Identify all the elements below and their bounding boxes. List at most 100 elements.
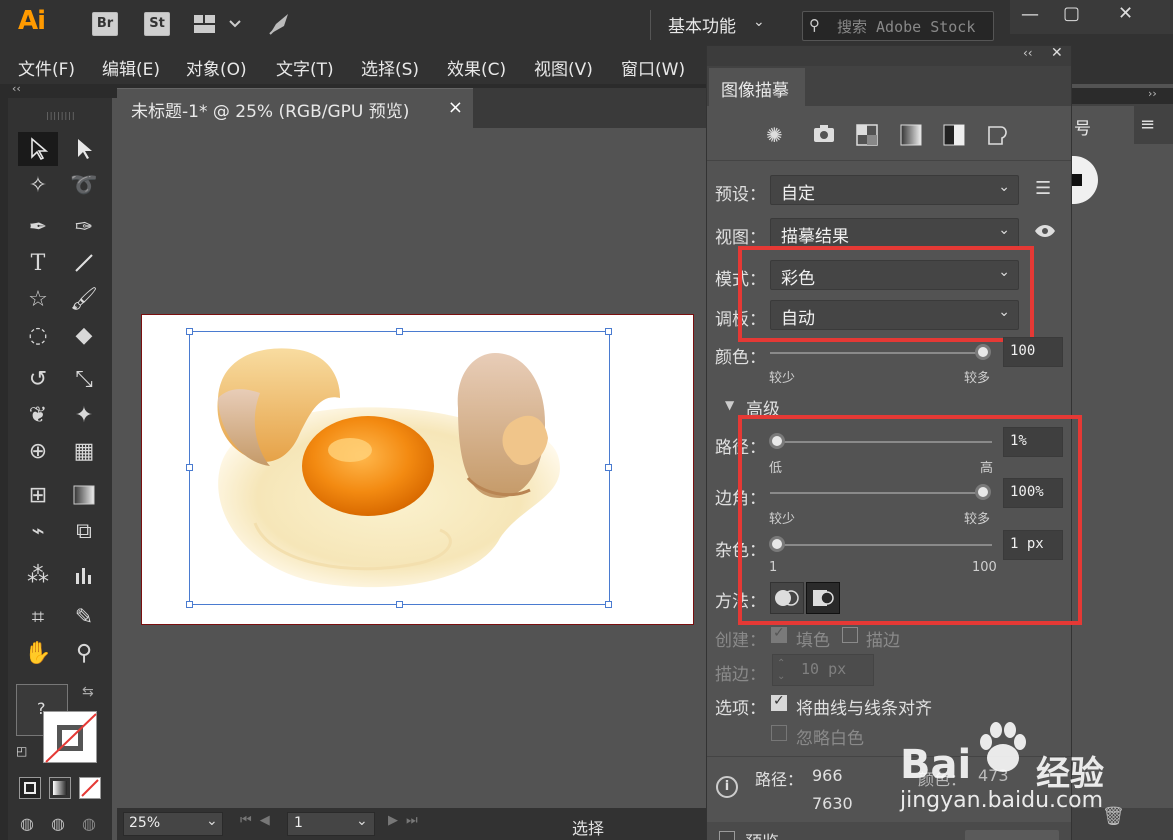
- collapse-panel-icon[interactable]: ‹‹: [1023, 46, 1033, 60]
- resize-handle[interactable]: [605, 464, 612, 471]
- artboard-nav-next-icons[interactable]: ▶⏭: [388, 813, 426, 828]
- resize-handle[interactable]: [186, 328, 193, 335]
- curvature-tool-icon[interactable]: ✑: [64, 210, 104, 244]
- stepper-arrows-icon[interactable]: ⌃ ⌄: [777, 657, 785, 683]
- line-tool-icon[interactable]: [64, 246, 104, 280]
- default-fill-stroke-icon[interactable]: ◰: [16, 744, 27, 758]
- zoom-select[interactable]: 25% ⌄: [123, 812, 223, 836]
- delete-icon[interactable]: 🗑: [1102, 806, 1125, 827]
- maximize-button[interactable]: ▢: [1063, 3, 1080, 24]
- symbol-sprayer-tool-icon[interactable]: ⁂: [18, 558, 58, 592]
- colors-value-input[interactable]: 100: [1003, 337, 1063, 367]
- draw-inside-icon[interactable]: ◍: [82, 814, 96, 833]
- auto-color-icon[interactable]: ✺: [766, 123, 783, 147]
- menu-select[interactable]: 选择(S): [361, 55, 419, 80]
- artboard-nav-prev-icons[interactable]: ⏮◀: [240, 813, 278, 828]
- trace-button[interactable]: [965, 830, 1059, 840]
- close-panel-icon[interactable]: ✕: [1051, 45, 1063, 61]
- resize-handle[interactable]: [396, 601, 403, 608]
- selection-bounding-box[interactable]: [186, 328, 612, 608]
- stock-icon[interactable]: St: [144, 12, 170, 36]
- panel-menu-icon[interactable]: ≡: [1140, 114, 1155, 135]
- menu-type[interactable]: 文字(T): [276, 55, 334, 80]
- preview-checkbox[interactable]: [719, 831, 735, 840]
- stock-search-field[interactable]: ⚲ 搜索 Adobe Stock: [802, 11, 994, 41]
- document-tab[interactable]: 未标题-1* @ 25% (RGB/GPU 预览) ×: [117, 88, 473, 128]
- artboard-tool-icon[interactable]: ⌗: [18, 600, 58, 634]
- chevron-down-icon[interactable]: ⌄: [753, 14, 765, 30]
- resize-handle[interactable]: [396, 328, 403, 335]
- scale-tool-icon[interactable]: ⤡: [64, 362, 104, 396]
- stroke-width-stepper[interactable]: ⌃ ⌄ 10 px: [772, 654, 874, 686]
- preset-menu-icon[interactable]: ☰: [1035, 178, 1051, 199]
- advanced-toggle-icon[interactable]: ▼: [725, 398, 734, 412]
- right-panel-tab[interactable]: 号: [1072, 106, 1134, 144]
- bridge-icon[interactable]: Br: [92, 12, 118, 36]
- view-dropdown[interactable]: 描摹结果 ⌄: [770, 218, 1019, 248]
- resize-handle[interactable]: [605, 328, 612, 335]
- minimize-button[interactable]: —: [1021, 4, 1039, 25]
- artboard-number-select[interactable]: 1 ⌄: [287, 812, 375, 836]
- mesh-tool-icon[interactable]: ⊞: [18, 478, 58, 512]
- high-color-icon[interactable]: [812, 123, 836, 145]
- eraser-tool-icon[interactable]: ◆: [64, 318, 104, 352]
- low-color-icon[interactable]: [856, 124, 878, 146]
- lasso-tool-icon[interactable]: ➰: [64, 168, 104, 202]
- grip-icon[interactable]: ||||||||: [46, 111, 76, 120]
- star-tool-icon[interactable]: ☆: [18, 282, 58, 316]
- draw-behind-icon[interactable]: ◍: [51, 814, 65, 833]
- resize-handle[interactable]: [605, 601, 612, 608]
- magic-wand-tool-icon[interactable]: ✧: [18, 168, 58, 202]
- toolbar-collapse-strip[interactable]: ‹‹: [0, 82, 117, 98]
- arrange-documents-icon[interactable]: [194, 13, 244, 35]
- black-and-white-icon[interactable]: [943, 124, 965, 146]
- swap-fill-stroke-icon[interactable]: ⇆: [82, 684, 94, 700]
- shape-builder-tool-icon[interactable]: ⊕: [18, 434, 58, 468]
- eyedropper-tool-icon[interactable]: ⌁: [18, 514, 58, 548]
- puppet-warp-tool-icon[interactable]: ✦: [64, 398, 104, 432]
- close-button[interactable]: ✕: [1118, 3, 1133, 24]
- preset-dropdown[interactable]: 自定 ⌄: [770, 175, 1019, 205]
- tab-image-trace[interactable]: 图像描摹: [709, 68, 805, 106]
- colors-slider-knob[interactable]: [975, 344, 991, 360]
- menu-edit[interactable]: 编辑(E): [102, 55, 160, 80]
- paintbrush-tool-icon[interactable]: 🖌: [64, 282, 104, 316]
- draw-normal-icon[interactable]: ◍: [20, 814, 34, 833]
- hand-tool-icon[interactable]: ✋: [18, 636, 58, 670]
- selection-tool-icon[interactable]: [18, 132, 58, 166]
- color-mode-button[interactable]: [19, 777, 41, 799]
- resize-handle[interactable]: [186, 601, 193, 608]
- shaper-tool-icon[interactable]: ◌: [18, 318, 58, 352]
- column-graph-tool-icon[interactable]: [64, 558, 104, 592]
- rotate-tool-icon[interactable]: ↺: [18, 362, 58, 396]
- stroke-swatch[interactable]: [43, 711, 97, 763]
- none-mode-button[interactable]: [79, 777, 101, 799]
- menu-object[interactable]: 对象(O): [186, 55, 247, 80]
- collapse-icon[interactable]: ››: [1148, 87, 1157, 100]
- perspective-grid-tool-icon[interactable]: ▦: [64, 434, 104, 468]
- create-fill-checkbox[interactable]: [771, 625, 787, 643]
- eye-icon[interactable]: [1034, 223, 1056, 239]
- snap-curves-checkbox[interactable]: [771, 693, 787, 711]
- search-input[interactable]: 搜索 Adobe Stock: [837, 16, 975, 37]
- menu-effect[interactable]: 效果(C): [447, 55, 506, 80]
- pen-tool-icon[interactable]: ✒: [18, 210, 58, 244]
- menu-window[interactable]: 窗口(W): [621, 55, 685, 80]
- zoom-tool-icon[interactable]: ⚲: [64, 636, 104, 670]
- ignore-white-checkbox[interactable]: [771, 725, 787, 741]
- tab-close-button[interactable]: ×: [448, 97, 463, 118]
- workspace-switcher[interactable]: 基本功能: [668, 12, 736, 37]
- menu-view[interactable]: 视图(V): [534, 55, 593, 80]
- colors-slider-track[interactable]: [770, 352, 988, 354]
- right-collapse-strip[interactable]: ››: [1072, 87, 1173, 104]
- collapse-icon[interactable]: ‹‹: [12, 82, 21, 95]
- gradient-tool-icon[interactable]: [64, 478, 104, 512]
- direct-selection-tool-icon[interactable]: [64, 132, 104, 166]
- blend-tool-icon[interactable]: ⧉: [64, 514, 104, 548]
- create-stroke-checkbox[interactable]: [842, 627, 858, 643]
- resize-handle[interactable]: [186, 464, 193, 471]
- slice-tool-icon[interactable]: ✎: [64, 600, 104, 634]
- menu-file[interactable]: 文件(F): [18, 55, 75, 80]
- rocket-icon[interactable]: [266, 10, 294, 38]
- outline-icon[interactable]: [986, 124, 1010, 146]
